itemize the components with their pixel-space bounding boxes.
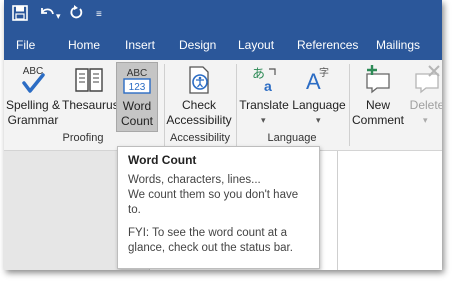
tooltip-line: glance, check out the status bar. (128, 242, 293, 254)
word-count-label-2: Count (120, 114, 154, 128)
new-comment-icon (363, 64, 393, 98)
language-label: Language (292, 98, 346, 112)
tooltip-line: Words, characters, lines... (128, 174, 261, 186)
tooltip-line: to. (128, 204, 141, 216)
new-comment-button[interactable]: New Comment (351, 60, 405, 132)
word-count-label-1: Word (122, 99, 152, 113)
spelling-label-1: Spelling & (5, 98, 61, 112)
group-label-proofing: Proofing (62, 132, 104, 144)
svg-text:a: a (264, 78, 272, 94)
translate-label: Translate (239, 98, 289, 112)
accessibility-label-2: Accessibility (166, 113, 232, 127)
tooltip-line: FYI: To see the word count at a (128, 227, 287, 239)
tooltip-line: We count them so you don't have (128, 189, 299, 201)
accessibility-icon (184, 64, 214, 100)
delete-label: Delete (409, 98, 442, 112)
language-button[interactable]: A 字 Language ▾ (290, 60, 348, 132)
language-dropdown-icon[interactable]: ▾ (316, 113, 321, 128)
delete-comment-icon (412, 64, 442, 98)
tab-mailings[interactable]: Mailings (376, 38, 420, 52)
delete-comment-button[interactable]: Delete ▾ (405, 60, 442, 132)
tab-design[interactable]: Design (179, 38, 216, 52)
group-separator (349, 64, 350, 146)
svg-text:ABC: ABC (127, 68, 148, 79)
word-count-button[interactable]: ABC 123 Word Count (116, 62, 158, 132)
thesaurus-button[interactable]: Thesaurus (62, 60, 119, 132)
word-count-icon: ABC 123 (122, 65, 152, 101)
word-window: ▾ ≡ File Home Insert Design Layout Refer… (4, 0, 442, 270)
translate-button[interactable]: あ a Translate ▾ (238, 60, 290, 132)
thesaurus-book-icon (74, 64, 104, 98)
tab-insert[interactable]: Insert (125, 38, 155, 52)
tab-home[interactable]: Home (68, 38, 100, 52)
tab-file[interactable]: File (16, 38, 35, 52)
word-count-tooltip: Word Count Words, characters, lines... W… (117, 146, 320, 269)
undo-icon[interactable] (38, 5, 56, 25)
save-icon[interactable] (12, 5, 28, 25)
check-accessibility-button[interactable]: Check Accessibility (166, 60, 232, 132)
redo-icon[interactable] (68, 5, 84, 25)
undo-dropdown-icon[interactable]: ▾ (56, 7, 61, 25)
spelling-check-icon: ABC (16, 64, 50, 100)
ribbon-review: ABC Spelling & Grammar Thesaurus ABC 123… (4, 60, 442, 151)
translate-icon: あ a (249, 64, 279, 98)
group-label-language: Language (267, 132, 317, 144)
delete-dropdown-icon[interactable]: ▾ (423, 113, 428, 128)
customize-qat-icon[interactable]: ≡ (96, 6, 102, 24)
accessibility-label-1: Check (181, 98, 216, 112)
svg-text:123: 123 (129, 82, 146, 93)
spelling-grammar-button[interactable]: ABC Spelling & Grammar (4, 60, 62, 132)
tab-layout[interactable]: Layout (238, 38, 274, 52)
language-icon: A 字 (304, 64, 334, 98)
page-divider (337, 151, 338, 270)
ribbon-tabs: File Home Insert Design Layout Reference… (4, 30, 442, 60)
new-comment-label-2: Comment (351, 113, 404, 127)
svg-text:ABC: ABC (23, 66, 44, 77)
tooltip-title: Word Count (128, 153, 197, 167)
spelling-label-2: Grammar (7, 113, 59, 127)
group-label-accessibility: Accessibility (170, 132, 230, 144)
quick-access-toolbar: ▾ ≡ (4, 0, 442, 30)
tab-references[interactable]: References (297, 38, 358, 52)
new-comment-label-1: New (365, 98, 390, 112)
thesaurus-label: Thesaurus (62, 98, 119, 112)
translate-dropdown-icon[interactable]: ▾ (261, 113, 266, 128)
svg-text:字: 字 (319, 66, 329, 79)
